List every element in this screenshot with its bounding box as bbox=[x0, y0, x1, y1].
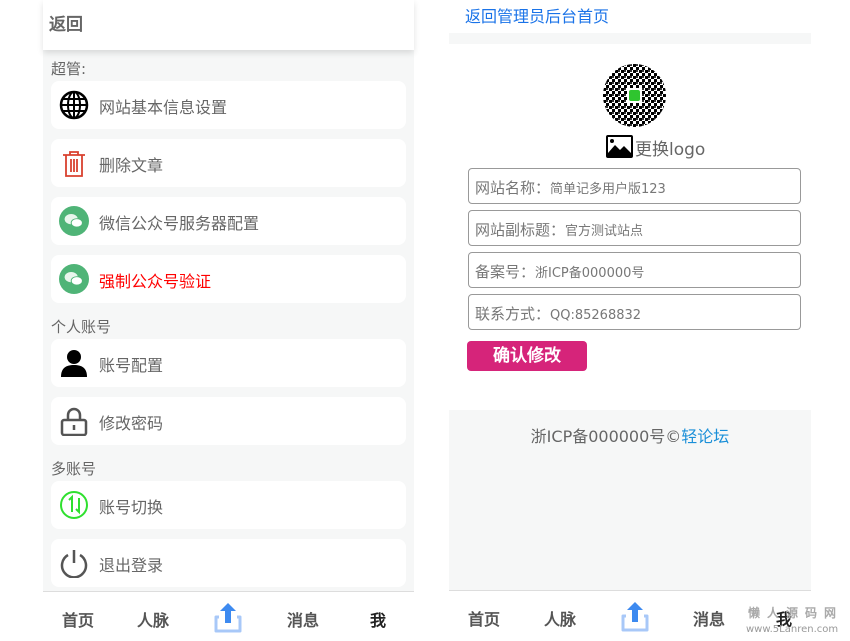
menu-item-label: 微信公众号服务器配置 bbox=[99, 214, 260, 233]
menu-item-label: 网站基本信息设置 bbox=[99, 98, 228, 117]
admin-menu-panel: 返回 超管: 网站基本信息设置 删除文章 微信公众号服务器配置 强制公众号验证 … bbox=[43, 0, 414, 641]
menu-item-label: 账号切换 bbox=[99, 498, 164, 517]
confirm-button[interactable]: 确认修改 bbox=[467, 341, 587, 371]
bottom-nav: 首页 人脉 消息 我 bbox=[43, 591, 414, 641]
globe-icon bbox=[59, 90, 89, 120]
logo-qr-image[interactable] bbox=[603, 64, 666, 127]
back-button[interactable]: 返回 bbox=[49, 10, 83, 35]
field-label: 联系方式： bbox=[475, 305, 551, 323]
menu-item-label: 删除文章 bbox=[99, 156, 164, 175]
field-label: 网站名称： bbox=[475, 179, 551, 197]
nav-home[interactable]: 首页 bbox=[62, 607, 94, 631]
field-value: 简单记多用户版123 bbox=[550, 182, 666, 197]
menu-item-site-settings[interactable]: 网站基本信息设置 bbox=[51, 81, 406, 129]
site-subtitle-field[interactable]: 网站副标题：官方测试站点 bbox=[468, 210, 801, 246]
nav-contacts[interactable]: 人脉 bbox=[544, 606, 576, 630]
site-settings-panel: 返回管理员后台首页 更换logo 网站名称：简单记多用户版123 网站副标题：官… bbox=[449, 0, 811, 640]
field-value: 官方测试站点 bbox=[565, 224, 644, 239]
field-value: QQ:85268832 bbox=[550, 308, 642, 323]
trash-icon bbox=[63, 151, 85, 177]
divider bbox=[449, 33, 811, 44]
change-logo-button[interactable]: 更换logo bbox=[635, 135, 705, 160]
nav-home[interactable]: 首页 bbox=[468, 606, 500, 630]
contact-field[interactable]: 联系方式：QQ:85268832 bbox=[468, 294, 801, 330]
menu-item-logout[interactable]: 退出登录 bbox=[51, 539, 406, 587]
watermark-url: www.5Lanren.com bbox=[746, 624, 839, 635]
nav-contacts[interactable]: 人脉 bbox=[137, 607, 169, 631]
section-title: 超管: bbox=[51, 60, 87, 78]
section-title: 多账号 bbox=[51, 460, 97, 478]
menu-item-force-wechat-verify[interactable]: 强制公众号验证 bbox=[51, 255, 406, 303]
field-value: 浙ICP备000000号 bbox=[535, 266, 645, 281]
menu-item-label: 账号配置 bbox=[99, 356, 164, 375]
nav-me[interactable]: 我 bbox=[370, 607, 386, 631]
icp-number-field[interactable]: 备案号：浙ICP备000000号 bbox=[468, 252, 801, 288]
power-icon bbox=[60, 550, 88, 578]
menu-item-change-password[interactable]: 修改密码 bbox=[51, 397, 406, 445]
upload-icon[interactable] bbox=[618, 600, 652, 634]
lock-icon bbox=[60, 407, 88, 436]
upload-icon[interactable] bbox=[211, 601, 245, 635]
menu-item-delete-articles[interactable]: 删除文章 bbox=[51, 139, 406, 187]
back-to-admin-link[interactable]: 返回管理员后台首页 bbox=[465, 3, 609, 27]
menu-item-account-config[interactable]: 账号配置 bbox=[51, 339, 406, 387]
menu-item-wechat-config[interactable]: 微信公众号服务器配置 bbox=[51, 197, 406, 245]
image-icon[interactable] bbox=[605, 134, 634, 159]
menu-item-label: 退出登录 bbox=[99, 556, 164, 575]
wechat-icon bbox=[59, 264, 89, 294]
watermark-name: 懒人源码网 bbox=[748, 606, 844, 620]
nav-messages[interactable]: 消息 bbox=[693, 606, 725, 630]
user-icon bbox=[61, 350, 87, 377]
menu-item-switch-account[interactable]: 账号切换 bbox=[51, 481, 406, 529]
menu-item-label: 强制公众号验证 bbox=[99, 272, 212, 291]
menu-item-label: 修改密码 bbox=[99, 414, 164, 433]
section-title: 个人账号 bbox=[51, 318, 112, 336]
header: 返回 bbox=[43, 0, 414, 50]
footer-icp: 浙ICP备000000号© bbox=[530, 427, 682, 446]
wechat-icon bbox=[59, 206, 89, 236]
site-name-field[interactable]: 网站名称：简单记多用户版123 bbox=[468, 168, 801, 204]
field-label: 备案号： bbox=[475, 263, 536, 281]
nav-messages[interactable]: 消息 bbox=[287, 607, 319, 631]
switch-icon bbox=[60, 491, 88, 519]
footer: 浙ICP备000000号©轻论坛 bbox=[449, 410, 811, 590]
field-label: 网站副标题： bbox=[475, 221, 566, 239]
footer-forum-link[interactable]: 轻论坛 bbox=[681, 427, 729, 446]
